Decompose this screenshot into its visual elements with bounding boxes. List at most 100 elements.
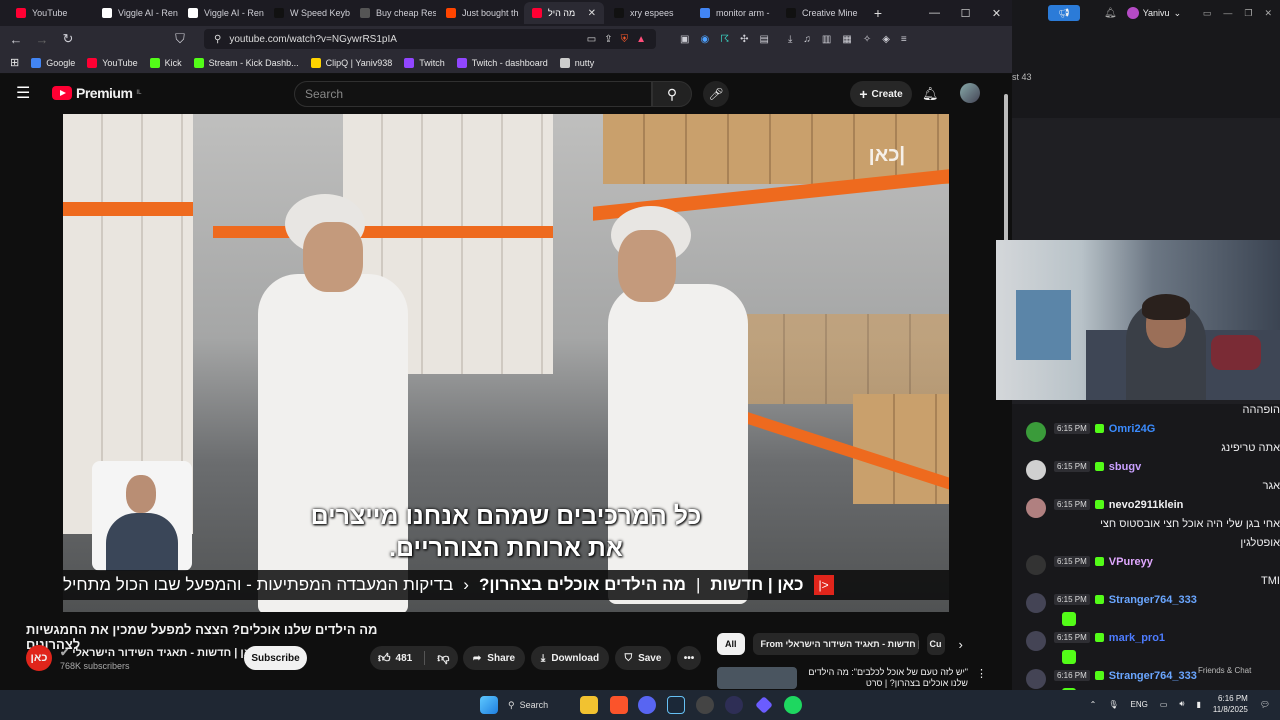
chat-username[interactable]: mark_pro1: [1109, 632, 1165, 644]
notification-center-icon[interactable]: 💬︎: [1260, 700, 1270, 709]
chip-from-channel[interactable]: From כאן | חדשות - תאגיד השידור הישראלי: [752, 633, 919, 655]
channel-avatar[interactable]: כאן: [26, 645, 52, 671]
brave-browser-icon[interactable]: [610, 696, 628, 714]
steam-icon[interactable]: [667, 696, 685, 714]
hamburger-menu-icon[interactable]: ☰: [16, 83, 38, 103]
vpn-icon[interactable]: ◈: [882, 34, 890, 45]
tray-mic-icon[interactable]: 🎙︎: [1108, 700, 1118, 709]
browser-tab[interactable]: Viggle AI - Ren: [94, 2, 178, 24]
download-button[interactable]: ⤓ Download: [531, 646, 609, 670]
recommended-thumbnail[interactable]: [717, 667, 797, 689]
taskbar-search[interactable]: ⚲ Search: [508, 695, 560, 715]
language-indicator[interactable]: ENG: [1130, 700, 1147, 709]
app-diamond-icon[interactable]: [755, 696, 773, 714]
account-avatar[interactable]: [960, 83, 980, 103]
chat-username[interactable]: Stranger764_333: [1109, 670, 1197, 682]
minimize-icon[interactable]: —: [919, 7, 950, 20]
site-info-icon[interactable]: ⚲: [214, 34, 221, 45]
tray-network-icon[interactable]: ▭: [1160, 700, 1168, 709]
maximize-icon[interactable]: ☐: [950, 7, 981, 20]
extension-box-icon[interactable]: ▤: [760, 34, 769, 45]
start-windows-icon[interactable]: [480, 696, 498, 714]
forward-icon[interactable]: →: [34, 32, 50, 47]
chat-avatar[interactable]: [1026, 593, 1046, 613]
browser-tab[interactable]: Buy cheap Res: [352, 2, 436, 24]
browser-tab[interactable]: YouTube: [8, 2, 92, 24]
rewards-icon[interactable]: ▲: [636, 34, 646, 45]
tray-volume-icon[interactable]: 🔊︎: [1179, 699, 1184, 709]
chat-username[interactable]: nevo2911klein: [1109, 499, 1184, 511]
bookmark-item[interactable]: Kick: [149, 57, 182, 68]
chat-avatar[interactable]: [1026, 669, 1046, 689]
bookmark-item[interactable]: nutty: [559, 57, 594, 68]
friends-chat-label[interactable]: Friends & Chat: [1198, 666, 1251, 675]
chat-username[interactable]: Omri24G: [1109, 423, 1155, 435]
chip-all[interactable]: All: [717, 633, 745, 655]
video-player[interactable]: כאן| כל המרכיבים שמהם אנחנו מייצרים את א…: [63, 114, 949, 612]
chat-avatar[interactable]: [1026, 460, 1046, 480]
chip-more[interactable]: Cu: [926, 633, 945, 655]
browser-tab[interactable]: W Speed Keyb: [266, 2, 350, 24]
tab-close-icon[interactable]: ✕: [588, 8, 596, 19]
taskbar-clock[interactable]: 6:16 PM 11/8/2025: [1213, 693, 1248, 715]
app-close-icon[interactable]: ✕: [1264, 8, 1272, 19]
recommended-title[interactable]: "יש לזה טעם של אוכל לכלבים": מה הילדים ש…: [805, 667, 968, 689]
share-button[interactable]: ➦ Share: [463, 646, 525, 670]
bookmark-item[interactable]: Stream - Kick Dashb...: [193, 57, 299, 68]
extensions-puzzle-icon[interactable]: ✣: [740, 34, 748, 45]
brave-shield-icon[interactable]: ⛨: [621, 34, 629, 45]
extension-translate-icon[interactable]: ☈: [720, 34, 729, 45]
screen-icon[interactable]: ▭: [587, 34, 596, 45]
menu-icon[interactable]: ≡: [901, 34, 907, 45]
channel-name[interactable]: כאן | חדשות - תאגיד השידור הישראלי ✔: [60, 646, 257, 659]
chat-avatar[interactable]: [1026, 555, 1046, 575]
browser-tab[interactable]: מה היל ✕: [524, 2, 604, 24]
browser-tab[interactable]: monitor arm -: [692, 2, 776, 24]
bookmark-item[interactable]: ClipQ | Yaniv938: [310, 57, 392, 68]
more-vertical-icon[interactable]: ⋮: [976, 667, 987, 689]
search-button[interactable]: ⚲: [652, 81, 692, 107]
voice-search-button[interactable]: 🎤︎: [703, 81, 729, 107]
download-icon[interactable]: ⤓: [788, 34, 792, 45]
chat-username[interactable]: VPureyy: [1109, 556, 1153, 568]
search-input[interactable]: Search: [294, 81, 652, 107]
obs-icon[interactable]: [696, 696, 714, 714]
chat-username[interactable]: Stranger764_333: [1109, 594, 1197, 606]
tray-battery-icon[interactable]: ▮: [1196, 700, 1200, 709]
dislike-button[interactable]: 👎︎: [437, 651, 449, 666]
wallet-icon[interactable]: ▦: [842, 34, 851, 45]
browser-tab[interactable]: Viggle AI - Ren: [180, 2, 264, 24]
share-icon[interactable]: ⇪: [604, 34, 612, 45]
music-icon[interactable]: ♫: [803, 34, 811, 45]
app-restore-icon[interactable]: ❐: [1244, 8, 1252, 19]
broadcast-button[interactable]: 📢︎: [1048, 5, 1080, 21]
new-tab-button[interactable]: +: [868, 5, 888, 21]
like-button[interactable]: 👍︎ 481: [378, 651, 412, 666]
app-arrow-icon[interactable]: [725, 696, 743, 714]
leo-icon[interactable]: ✧: [863, 34, 871, 45]
app-minimize-icon[interactable]: —: [1223, 8, 1232, 19]
file-explorer-icon[interactable]: [580, 696, 598, 714]
browser-tab[interactable]: xry espees: [606, 2, 690, 24]
chevron-right-icon[interactable]: ›: [959, 637, 963, 652]
back-icon[interactable]: ←: [8, 32, 24, 47]
chat-avatar[interactable]: [1026, 422, 1046, 442]
browser-tab[interactable]: Just bought th: [438, 2, 522, 24]
more-actions-button[interactable]: •••: [677, 646, 701, 670]
bookmark-item[interactable]: Twitch: [404, 57, 445, 68]
discord-icon[interactable]: [638, 696, 656, 714]
create-button[interactable]: + Create: [850, 81, 912, 107]
bookmark-item[interactable]: Twitch - dashboard: [456, 57, 548, 68]
reload-icon[interactable]: ↻: [60, 31, 76, 47]
chat-avatar[interactable]: [1026, 498, 1046, 518]
user-menu[interactable]: Yanivu ⌄: [1126, 7, 1181, 19]
spotify-icon[interactable]: [784, 696, 802, 714]
subscribe-button[interactable]: Subscribe: [244, 646, 307, 670]
chat-username[interactable]: sbugv: [1109, 461, 1141, 473]
close-icon[interactable]: ✕: [981, 7, 1012, 20]
notifications-bell-icon[interactable]: 🔔︎: [922, 86, 939, 102]
sidebar-icon[interactable]: ▥: [822, 34, 831, 45]
chat-avatar[interactable]: [1026, 631, 1046, 651]
bookmark-icon[interactable]: ⛉: [172, 31, 188, 47]
recommended-video[interactable]: "יש לזה טעם של אוכל לכלבים": מה הילדים ש…: [717, 667, 987, 689]
